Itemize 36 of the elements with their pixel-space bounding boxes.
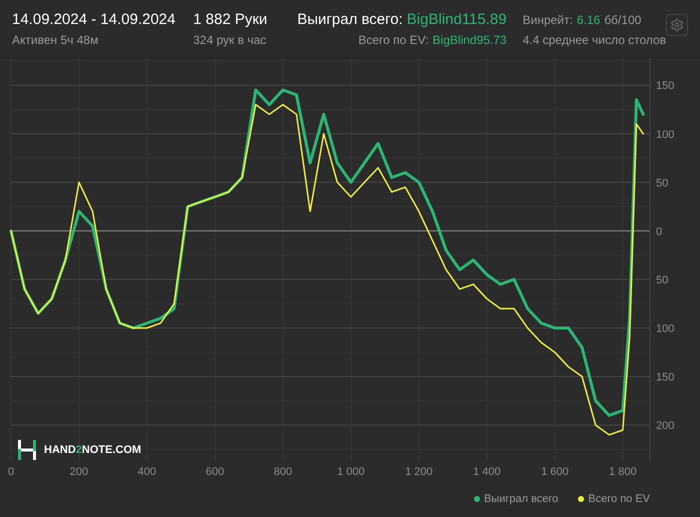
winrate-value: 6.16 [576,12,600,29]
x-tick-label: 200 [70,466,88,478]
x-tick-label: 400 [138,466,156,478]
y-tick-label: 150 [656,80,674,92]
winrate-label: Винрейт: [522,12,573,29]
y-tick-label: 200 [656,420,674,432]
x-tick-label: 1 600 [541,466,569,478]
y-tick-label: 0 [656,226,662,238]
x-tick-label: 1 400 [473,466,501,478]
hands-per-hour: 324 рук в час [193,32,268,49]
active-time: Активен 5ч 48м [12,32,100,49]
logo-icon [18,440,36,460]
ev-label: Всего по EV: [358,32,429,49]
x-tick-label: 1 000 [337,466,365,478]
x-tick-label: 0 [8,466,14,478]
y-tick-label: 50 [656,177,668,190]
logo-text: HAND2NOTE.COM [44,442,142,458]
legend-label: Выиграл всего [484,492,558,507]
date-range: 14.09.2024 - 14.09.2024 [12,10,176,30]
won-value: BigBlind115.89 [406,10,507,30]
legend-label: Всего по EV [588,492,650,507]
x-tick-label: 800 [274,466,292,478]
won-label: Выиграл всего: [297,10,403,30]
y-tick-label: 100 [656,128,674,141]
y-tick-label: 100 [656,322,674,335]
average-tables: 4.4 среднее число столов [522,30,666,50]
settings-icon [670,18,684,32]
settings-button[interactable] [666,14,688,36]
x-tick-label: 600 [206,466,224,478]
x-tick-label: 1 200 [405,466,433,478]
y-tick-label: 150 [656,372,674,384]
hands-count: 1 882 Руки [193,10,268,30]
x-tick-label: 1 800 [609,466,637,478]
ev-value: BigBlind95.73 [432,32,507,49]
winrate-unit: бб/100 [604,12,642,29]
y-tick-label: 50 [656,274,668,286]
